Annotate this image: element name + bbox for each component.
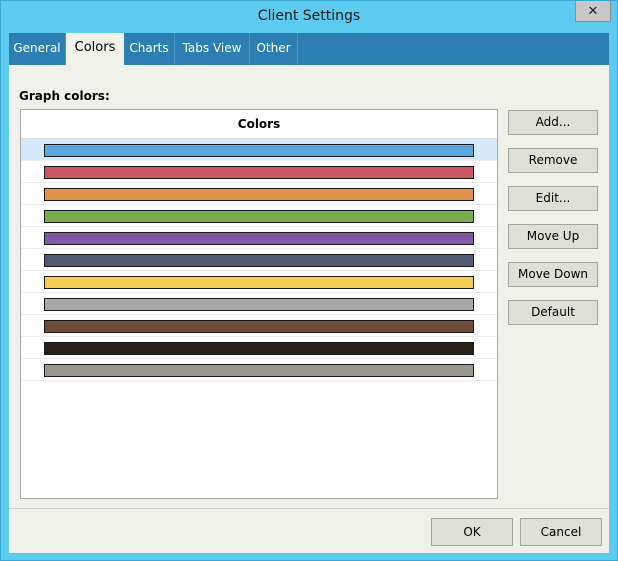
color-row[interactable]: [21, 271, 497, 293]
color-swatch: [44, 320, 474, 333]
colors-panel: Graph colors: Colors Add... Remove Edit.…: [9, 65, 609, 508]
move-down-button[interactable]: Move Down: [508, 262, 598, 287]
color-row[interactable]: [21, 293, 497, 315]
dialog-footer: OK Cancel: [9, 508, 609, 553]
color-row[interactable]: [21, 337, 497, 359]
ok-button[interactable]: OK: [431, 518, 513, 546]
color-swatch: [44, 298, 474, 311]
color-row[interactable]: [21, 315, 497, 337]
tab-colors[interactable]: Colors: [66, 33, 124, 65]
tab-tabs-view[interactable]: Tabs View: [175, 33, 250, 65]
color-swatch: [44, 210, 474, 223]
tab-bar: General Colors Charts Tabs View Other: [9, 33, 609, 65]
settings-window: Client Settings ✕ General Colors Charts …: [0, 0, 618, 561]
colors-list[interactable]: Colors: [20, 109, 498, 499]
color-swatch: [44, 144, 474, 157]
color-swatch: [44, 254, 474, 267]
color-swatch: [44, 364, 474, 377]
close-button[interactable]: ✕: [575, 1, 611, 22]
color-row[interactable]: [21, 227, 497, 249]
colors-column-header[interactable]: Colors: [21, 110, 497, 139]
color-row[interactable]: [21, 183, 497, 205]
default-button[interactable]: Default: [508, 300, 598, 325]
color-swatch: [44, 166, 474, 179]
window-title: Client Settings: [257, 8, 361, 24]
edit-button[interactable]: Edit...: [508, 186, 598, 211]
cancel-button[interactable]: Cancel: [520, 518, 602, 546]
remove-button[interactable]: Remove: [508, 148, 598, 173]
close-icon: ✕: [587, 3, 599, 19]
color-swatch: [44, 342, 474, 355]
color-swatch: [44, 276, 474, 289]
color-row[interactable]: [21, 139, 497, 161]
color-row[interactable]: [21, 249, 497, 271]
tab-charts[interactable]: Charts: [124, 33, 175, 65]
color-swatch: [44, 188, 474, 201]
graph-colors-label: Graph colors:: [19, 89, 110, 103]
tab-other[interactable]: Other: [250, 33, 298, 65]
color-row[interactable]: [21, 161, 497, 183]
color-swatch: [44, 232, 474, 245]
tab-general[interactable]: General: [9, 33, 66, 65]
color-row[interactable]: [21, 205, 497, 227]
color-row[interactable]: [21, 359, 497, 381]
move-up-button[interactable]: Move Up: [508, 224, 598, 249]
title-bar: Client Settings ✕: [1, 1, 617, 33]
add-button[interactable]: Add...: [508, 110, 598, 135]
